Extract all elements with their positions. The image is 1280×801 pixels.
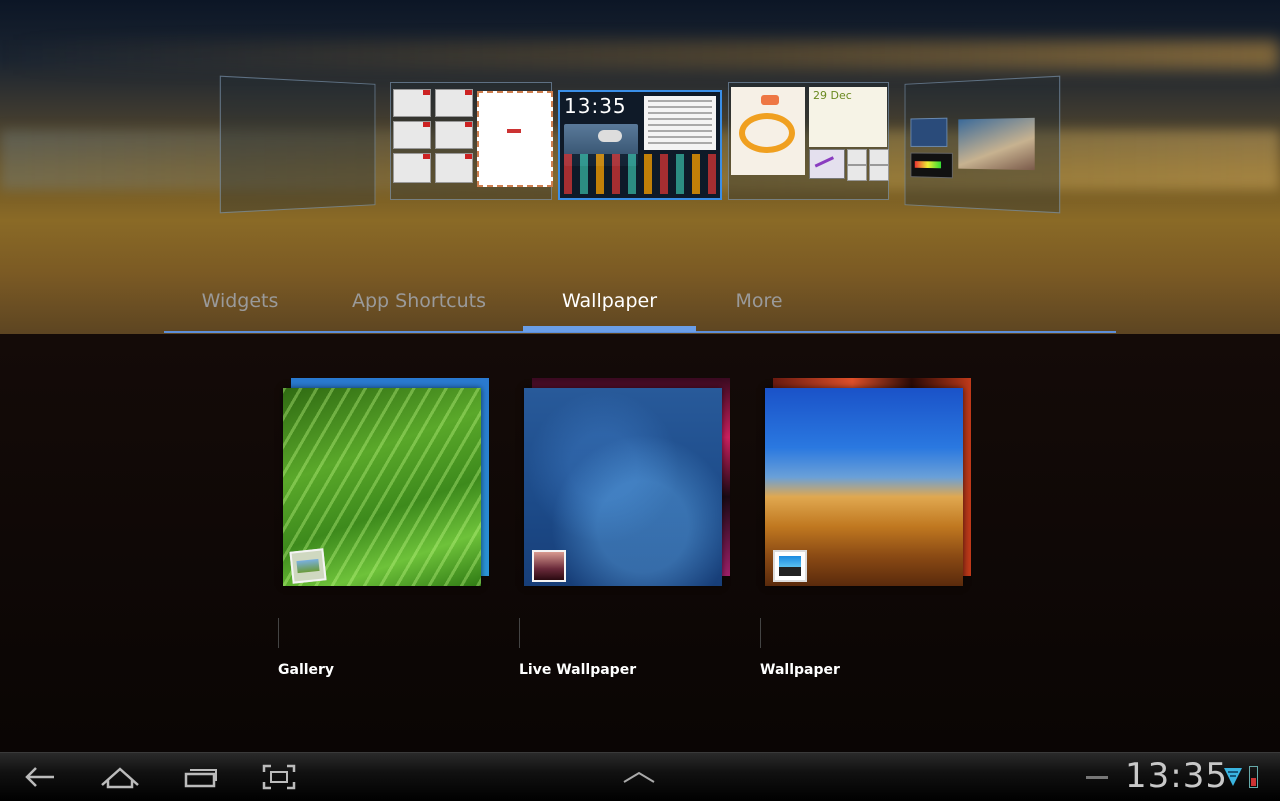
screenshot-button[interactable]: [249, 753, 309, 801]
recent-apps-icon: [184, 769, 217, 788]
homescreen-panel-1[interactable]: [219, 75, 376, 214]
active-tab-indicator: [523, 326, 696, 332]
email-widget-mini: [393, 153, 431, 183]
battery-icon[interactable]: [1249, 766, 1258, 788]
email-widget-mini: [435, 89, 473, 117]
divider: [278, 618, 279, 648]
back-button[interactable]: [10, 753, 70, 801]
category-tabs: Widgets App Shortcuts Wallpaper More: [164, 284, 1116, 332]
recent-apps-button[interactable]: [171, 753, 231, 801]
email-widget-mini: [435, 153, 473, 183]
homescreen-panel-current[interactable]: 13:35: [558, 90, 722, 200]
folder-widget-mini: [910, 117, 948, 147]
small-widget-mini: [869, 165, 889, 181]
up-arrow-icon: [623, 771, 655, 783]
gallery-icon: [289, 548, 327, 584]
battery-widget-mini: [910, 152, 953, 179]
news-widget-mini: [644, 96, 716, 150]
divider: [519, 618, 520, 648]
clock-widget-mini: 13:35: [564, 94, 627, 118]
tab-more[interactable]: More: [704, 284, 814, 328]
wallpaper-thumbnail[interactable]: [765, 388, 963, 586]
system-clock[interactable]: 13:35: [1125, 752, 1228, 800]
tab-wallpaper[interactable]: Wallpaper: [523, 284, 696, 328]
notification-dash[interactable]: [1086, 776, 1108, 779]
home-button[interactable]: [90, 753, 150, 801]
gallery-label: Gallery: [278, 662, 335, 678]
small-widget-mini: [847, 149, 867, 165]
live-wallpaper-label: Live Wallpaper: [519, 662, 637, 678]
wallpaper-label: Wallpaper: [760, 662, 840, 678]
chart-widget-mini: [809, 149, 845, 179]
home-icon: [101, 767, 139, 789]
tab-app-shortcuts[interactable]: App Shortcuts: [334, 284, 504, 328]
screenshot-icon: [262, 764, 296, 790]
gallery-thumbnail[interactable]: [283, 388, 481, 586]
tab-widgets[interactable]: Widgets: [164, 284, 316, 328]
small-widget-mini: [847, 165, 867, 181]
memo-widget-mini: [477, 91, 553, 187]
homescreen-panel-4[interactable]: 29 Dec: [728, 82, 889, 200]
calendar-widget-mini: 29 Dec: [809, 87, 887, 147]
photo-widget-mini: [958, 117, 1035, 171]
back-icon: [25, 767, 54, 787]
email-widget-mini: [393, 89, 431, 117]
app-icons-mini: [564, 154, 718, 194]
live-wallpaper-icon: [532, 550, 566, 582]
email-widget-mini: [435, 121, 473, 149]
homescreen-panel-5[interactable]: [904, 75, 1061, 214]
wifi-icon[interactable]: [1223, 766, 1243, 788]
wallpaper-icon: [773, 550, 807, 582]
divider: [760, 618, 761, 648]
small-widget-mini: [869, 149, 889, 165]
homescreen-panel-2[interactable]: [390, 82, 553, 200]
app-drawer-up-button[interactable]: [609, 753, 669, 801]
social-widget-mini: [731, 87, 805, 175]
email-widget-mini: [393, 121, 431, 149]
live-wallpaper-thumbnail[interactable]: [524, 388, 722, 586]
